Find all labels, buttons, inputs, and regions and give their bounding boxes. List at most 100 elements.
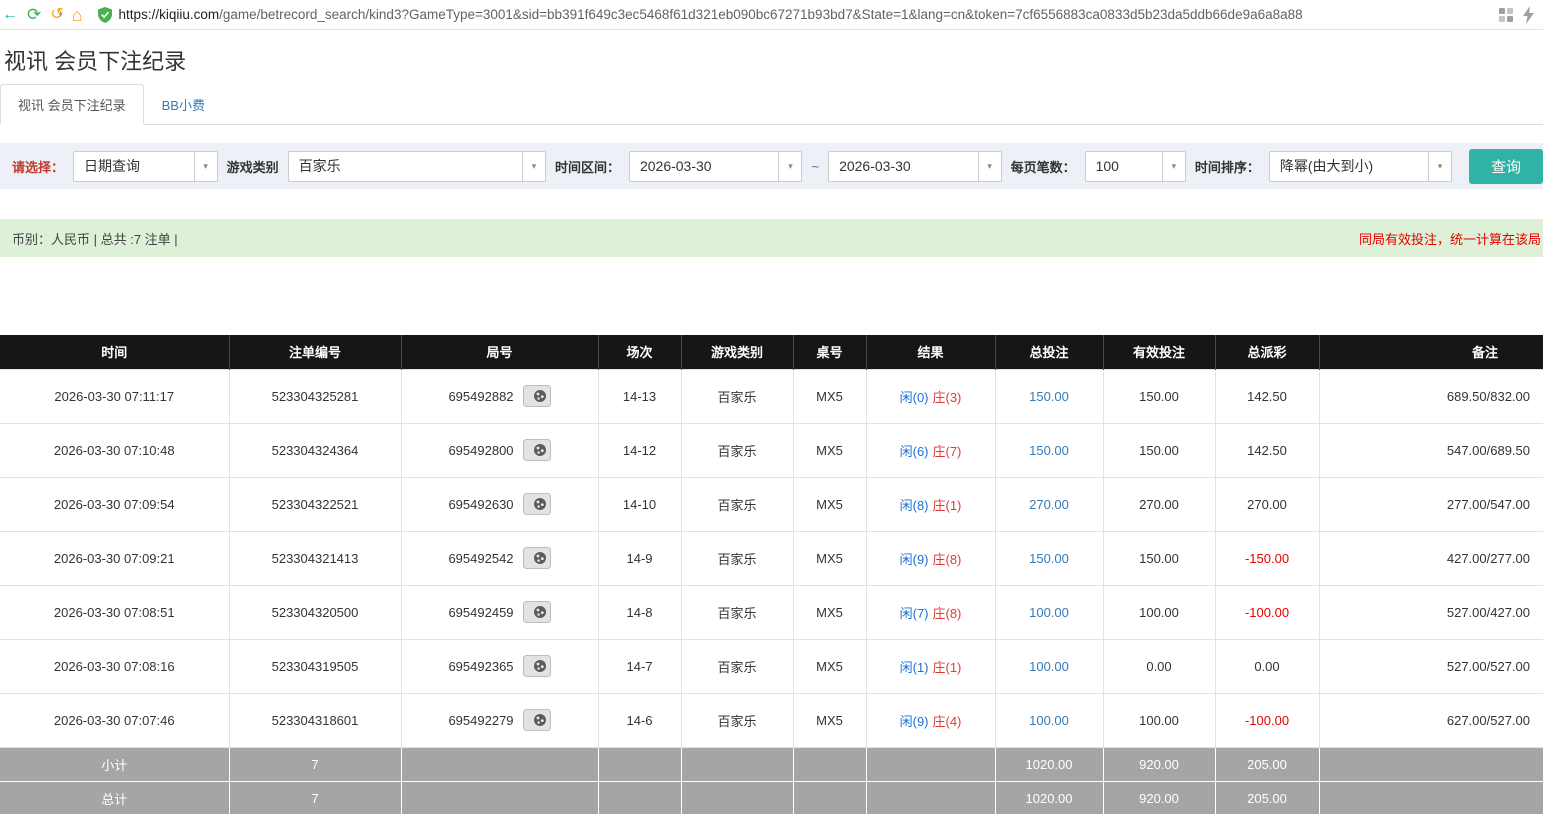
tab-bb-tip[interactable]: BB小费 [144, 84, 223, 125]
valid-bet-cell: 150.00 [1103, 423, 1215, 477]
page-size-select[interactable]: 100 ▾ [1085, 151, 1186, 182]
replay-video-icon[interactable] [523, 655, 551, 677]
time-cell: 2026-03-30 07:09:54 [0, 477, 229, 531]
valid-bet-cell: 150.00 [1103, 369, 1215, 423]
result-banker: 庄(8) [933, 552, 962, 567]
time-cell: 2026-03-30 07:09:21 [0, 531, 229, 585]
bet-id-cell: 523304319505 [229, 639, 401, 693]
page-size-label: 每页笔数： [1011, 157, 1076, 176]
back-icon[interactable]: ← [2, 7, 18, 23]
result-player: 闲(6) [900, 444, 929, 459]
game-type-cell: 百家乐 [681, 639, 793, 693]
time-range-label: 时间区间： [555, 157, 620, 176]
session-cell: 14-8 [598, 585, 681, 639]
total-bet-link[interactable]: 150.00 [995, 423, 1103, 477]
subtotal-count: 7 [229, 747, 401, 781]
game-type-cell: 百家乐 [681, 477, 793, 531]
valid-bet-cell: 0.00 [1103, 639, 1215, 693]
chevron-down-icon[interactable]: ▾ [194, 152, 217, 181]
result-player: 闲(0) [900, 390, 929, 405]
game-type-cell: 百家乐 [681, 693, 793, 747]
url-text[interactable]: https://kiqiiu.com/game/betrecord_search… [119, 7, 1303, 22]
chevron-down-icon[interactable]: ▾ [522, 152, 545, 181]
replay-video-icon[interactable] [523, 439, 551, 461]
chevron-down-icon[interactable]: ▾ [1162, 152, 1185, 181]
note-cell: 547.00/689.50 [1319, 423, 1543, 477]
time-sort-select[interactable]: 降幂(由大到小) ▾ [1269, 151, 1452, 182]
note-cell: 689.50/832.00 [1319, 369, 1543, 423]
bet-id-cell: 523304320500 [229, 585, 401, 639]
chevron-down-icon[interactable]: ▾ [1428, 152, 1451, 181]
game-type-select[interactable]: 百家乐 ▾ [288, 151, 546, 182]
replay-video-icon[interactable] [523, 709, 551, 731]
time-cell: 2026-03-30 07:10:48 [0, 423, 229, 477]
tab-bet-records[interactable]: 视讯 会员下注纪录 [0, 84, 144, 125]
date-from-value: 2026-03-30 [630, 152, 779, 181]
subtotal-label: 小计 [0, 747, 229, 781]
subtotal-valid-bet: 920.00 [1103, 747, 1215, 781]
refresh-icon[interactable]: ⟳ [27, 6, 41, 23]
table-body: 2026-03-30 07:11:17 523304325281 6954928… [0, 369, 1543, 747]
chevron-down-icon[interactable]: ▾ [978, 152, 1001, 181]
undo-dropdown-caret-icon[interactable]: ▾ [59, 11, 63, 19]
header-session: 场次 [598, 335, 681, 369]
page-title: 视讯 会员下注纪录 [0, 30, 1543, 86]
lightning-icon[interactable] [1522, 6, 1535, 24]
header-valid-bet: 有效投注 [1103, 335, 1215, 369]
game-type-cell: 百家乐 [681, 585, 793, 639]
date-from-select[interactable]: 2026-03-30 ▾ [629, 151, 803, 182]
replay-video-icon[interactable] [523, 493, 551, 515]
session-cell: 14-7 [598, 639, 681, 693]
subtotal-total-bet: 1020.00 [995, 747, 1103, 781]
url-domain: https://kiqiiu.com [119, 7, 220, 22]
result-cell: 闲(9)庄(4) [866, 693, 995, 747]
total-bet-link[interactable]: 150.00 [995, 531, 1103, 585]
payout-cell: -100.00 [1215, 585, 1319, 639]
valid-bet-cell: 100.00 [1103, 585, 1215, 639]
search-button[interactable]: 查询 [1469, 149, 1543, 184]
filter-bar: 请选择： 日期查询 ▾ 游戏类别 百家乐 ▾ 时间区间： 2026-03-30 … [0, 143, 1543, 189]
result-cell: 闲(9) 庄(8) [866, 531, 995, 585]
bet-id-cell: 523304318601 [229, 693, 401, 747]
note-cell: 427.00/277.00 [1319, 531, 1543, 585]
note-cell: 277.00/547.00 [1319, 477, 1543, 531]
tilde-separator: ~ [811, 159, 819, 174]
table-footer: 小计 7 1020.00 920.00 205.00 总计 7 1020.00 … [0, 747, 1543, 814]
home-icon[interactable]: ⌂ [72, 6, 83, 24]
header-time: 时间 [0, 335, 229, 369]
round-number: 695492800 [448, 443, 513, 458]
round-cell: 695492882 [401, 369, 598, 423]
summary-bar: 币别：人民币 | 总共 :7 注单 | 同局有效投注，统一计算在该局 [0, 219, 1543, 257]
payout-cell: 270.00 [1215, 477, 1319, 531]
total-bet-link[interactable]: 100.00 [995, 693, 1103, 747]
table-no-cell: MX5 [793, 369, 866, 423]
table-header: 时间 注单编号 局号 场次 游戏类别 桌号 结果 总投注 有效投注 总派彩 备注 [0, 335, 1543, 369]
total-bet-link[interactable]: 150.00 [995, 369, 1103, 423]
round-cell: 695492800 [401, 423, 598, 477]
replay-video-icon[interactable] [523, 601, 551, 623]
chevron-down-icon[interactable]: ▾ [778, 152, 801, 181]
total-bet-link[interactable]: 100.00 [995, 585, 1103, 639]
note-cell: 527.00/427.00 [1319, 585, 1543, 639]
bet-id-cell: 523304324364 [229, 423, 401, 477]
result-player: 闲(1) [900, 660, 929, 675]
date-to-select[interactable]: 2026-03-30 ▾ [828, 151, 1002, 182]
address-bar[interactable]: https://kiqiiu.com/game/betrecord_search… [92, 3, 1489, 27]
table-row: 2026-03-30 07:08:16 523304319505 6954923… [0, 639, 1543, 693]
result-player: 闲(9) [900, 552, 929, 567]
query-type-select[interactable]: 日期查询 ▾ [73, 151, 218, 182]
valid-bet-cell: 270.00 [1103, 477, 1215, 531]
note-cell: 627.00/527.00 [1319, 693, 1543, 747]
game-type-cell: 百家乐 [681, 531, 793, 585]
result-banker: 庄(3) [933, 390, 962, 405]
valid-bet-cell: 100.00 [1103, 693, 1215, 747]
replay-video-icon[interactable] [523, 547, 551, 569]
game-type-cell: 百家乐 [681, 423, 793, 477]
total-bet-link[interactable]: 270.00 [995, 477, 1103, 531]
extension-icon[interactable] [1498, 7, 1514, 23]
total-bet-link[interactable]: 100.00 [995, 639, 1103, 693]
header-round: 局号 [401, 335, 598, 369]
time-cell: 2026-03-30 07:08:51 [0, 585, 229, 639]
result-cell: 闲(1)庄(1) [866, 639, 995, 693]
replay-video-icon[interactable] [523, 385, 551, 407]
